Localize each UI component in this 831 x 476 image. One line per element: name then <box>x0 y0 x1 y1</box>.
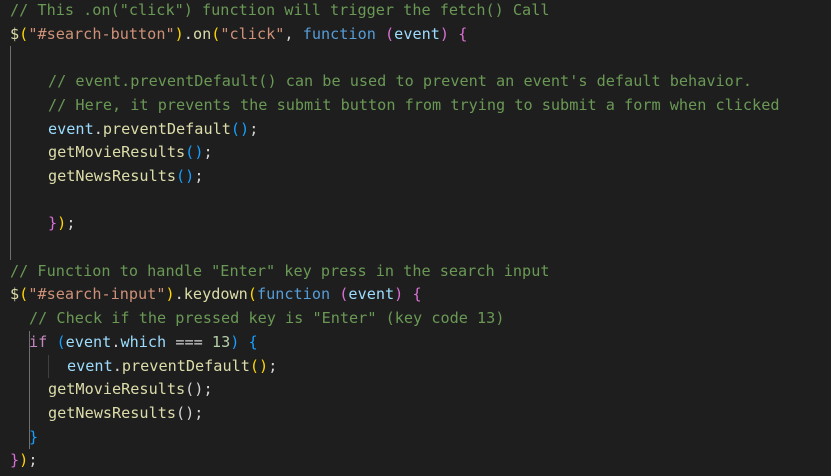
code-token: "#search-button" <box>28 24 175 43</box>
code-token: // This .on("click") function will trigg… <box>10 1 550 19</box>
code-line[interactable]: } <box>29 426 38 450</box>
code-line[interactable]: }); <box>10 449 37 473</box>
code-token: "#search-input" <box>28 285 166 304</box>
code-token: ) <box>174 24 184 43</box>
code-line[interactable]: getNewsResults(); <box>48 165 203 189</box>
code-token: ( <box>19 24 29 43</box>
code-token: } <box>10 451 20 470</box>
code-line[interactable]: // Function to handle "Enter" key press … <box>10 260 549 284</box>
code-token: . <box>112 356 122 375</box>
code-token: ) <box>230 332 240 351</box>
code-token: getMovieResults <box>48 380 186 399</box>
code-token: // Check if the pressed key is "Enter" (… <box>29 309 505 328</box>
code-token: getNewsResults <box>48 403 177 422</box>
code-token: ) <box>19 451 29 470</box>
code-line[interactable]: event.preventDefault(); <box>67 355 277 379</box>
code-token: . <box>183 24 193 43</box>
code-token: ( <box>19 285 29 304</box>
code-token: on <box>192 24 212 43</box>
code-token: { <box>458 24 468 43</box>
code-token: { <box>248 332 258 351</box>
code-line[interactable]: // event.preventDefault() can be used to… <box>48 70 752 94</box>
code-token: which <box>120 332 167 351</box>
code-token: ; <box>194 166 204 185</box>
code-editor[interactable]: // This .on("click") function will trigg… <box>0 0 831 476</box>
code-token: // Here, it prevents the submit button f… <box>48 95 780 114</box>
code-token: } <box>29 427 39 446</box>
code-token: ) <box>57 214 67 233</box>
code-token: ; <box>203 143 213 162</box>
code-token: (); <box>185 380 213 399</box>
code-token: ) <box>394 285 404 304</box>
code-line[interactable]: getNewsResults(); <box>48 402 203 426</box>
indent-guide <box>48 354 49 379</box>
code-token: // Function to handle "Enter" key press … <box>10 261 550 280</box>
code-token: getNewsResults <box>48 166 177 185</box>
code-token: === <box>166 332 212 351</box>
code-token: , <box>284 24 303 43</box>
code-token: 13 <box>211 332 231 351</box>
code-token: ( <box>230 119 241 138</box>
code-line[interactable]: getMovieResults(); <box>48 141 213 165</box>
code-line[interactable]: $("#search-button").on("click", function… <box>10 23 467 47</box>
code-token: event <box>394 24 440 43</box>
code-token: getMovieResults <box>48 143 186 162</box>
code-line[interactable]: getMovieResults(); <box>48 378 213 402</box>
code-token: event <box>67 356 113 375</box>
code-token: . <box>93 119 103 138</box>
code-token: // event.preventDefault() can be used to… <box>48 72 753 91</box>
code-token: ; <box>28 451 38 470</box>
code-token: $ <box>10 24 20 43</box>
code-token: preventDefault <box>121 356 250 375</box>
code-token: event <box>48 119 94 138</box>
code-token: ) <box>240 119 250 138</box>
code-line[interactable]: if (event.which === 13) { <box>29 331 258 355</box>
code-token: ( <box>176 166 186 185</box>
code-token: preventDefault <box>102 119 231 138</box>
code-token: { <box>412 285 422 304</box>
code-token: ( <box>385 24 395 43</box>
code-token: ) <box>259 356 269 375</box>
code-line[interactable]: }); <box>48 212 75 236</box>
code-token: "click" <box>220 24 285 43</box>
code-line[interactable]: $("#search-input").keydown(function (eve… <box>10 283 422 307</box>
indent-guide <box>10 46 11 260</box>
code-token: ( <box>247 285 257 304</box>
code-token: keydown <box>183 285 248 304</box>
code-line[interactable]: event.preventDefault(); <box>48 118 258 142</box>
code-token: function <box>302 24 376 43</box>
code-token: ; <box>268 356 278 375</box>
code-token: function <box>256 285 331 304</box>
code-token: $ <box>10 285 20 304</box>
code-token: ( <box>249 356 260 375</box>
code-token: ) <box>165 285 175 304</box>
code-token: event <box>65 332 112 351</box>
code-line[interactable]: // Check if the pressed key is "Enter" (… <box>29 307 504 331</box>
code-token: event <box>348 285 395 304</box>
code-token: ) <box>439 24 450 43</box>
code-token: ; <box>249 119 259 138</box>
code-line[interactable]: // This .on("click") function will trigg… <box>10 0 549 23</box>
code-line[interactable]: // Here, it prevents the submit button f… <box>48 94 780 118</box>
code-token: ) <box>185 166 195 185</box>
code-token: . <box>174 285 184 304</box>
code-token: ( <box>185 143 195 162</box>
code-token: } <box>48 214 58 233</box>
code-token: if <box>29 332 48 351</box>
code-token: ( <box>56 332 66 351</box>
code-token: ; <box>66 214 76 233</box>
code-token: (); <box>176 403 204 422</box>
